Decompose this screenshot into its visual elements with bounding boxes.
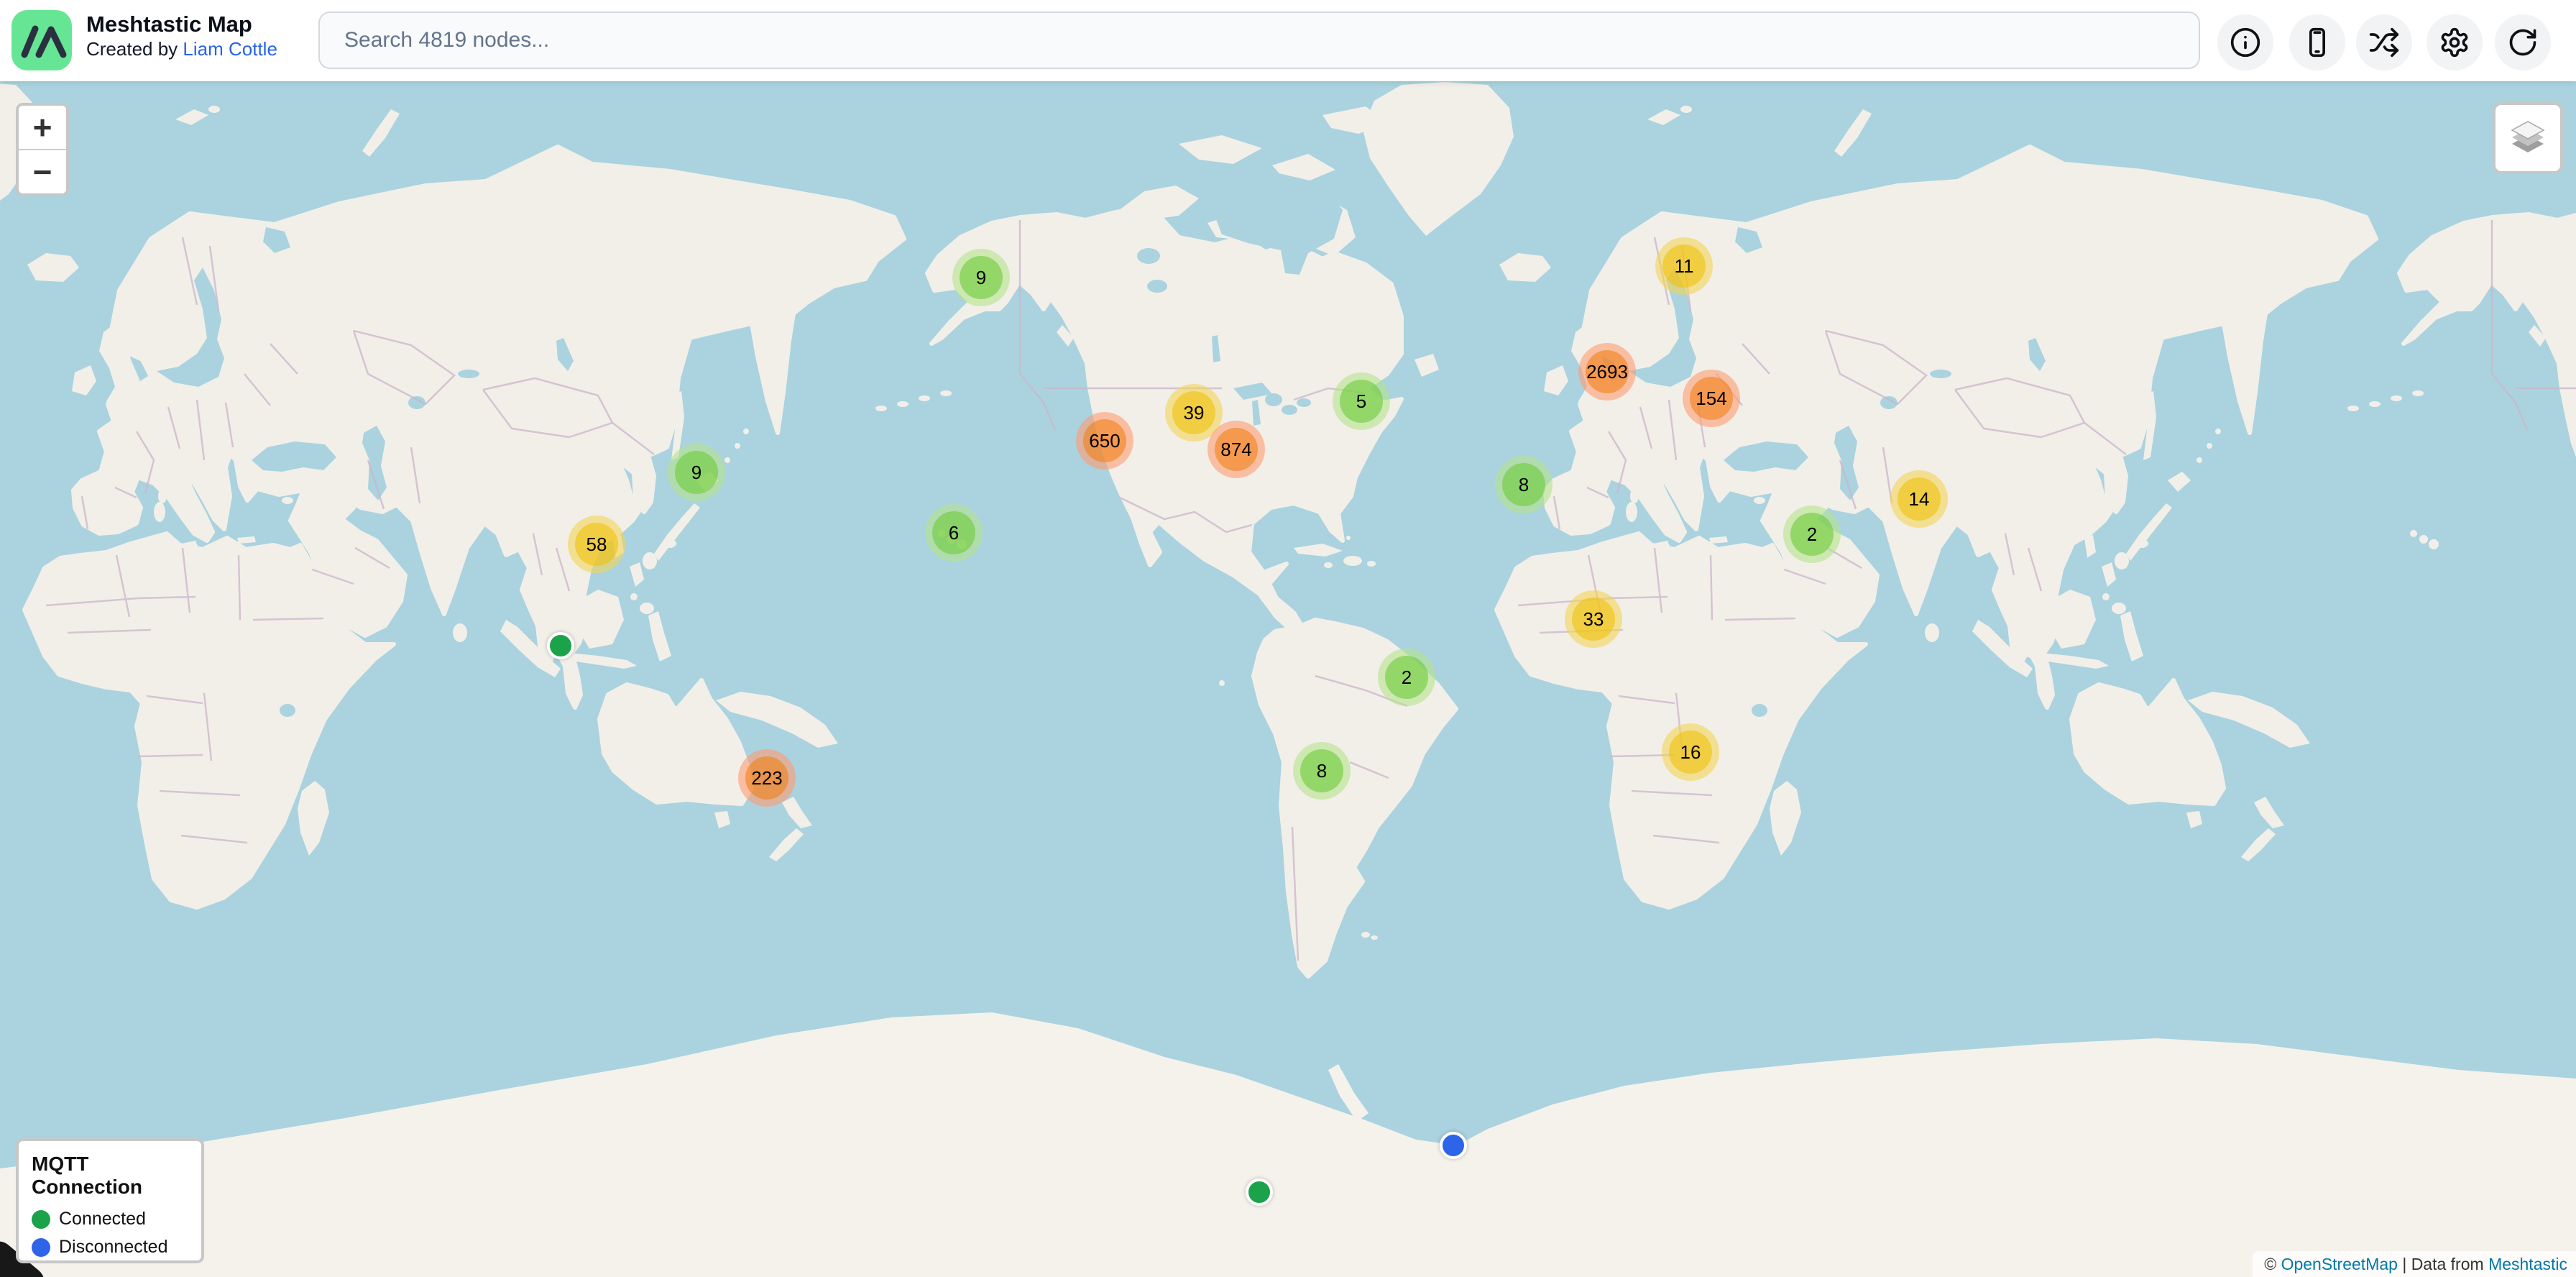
zoom-out-button[interactable]: − — [19, 150, 66, 193]
node-marker-connected[interactable] — [1246, 1178, 1273, 1206]
copyright-symbol: © — [2264, 1255, 2281, 1273]
cluster-count: 6 — [949, 522, 959, 544]
page-title: Meshtastic Map — [86, 12, 277, 37]
cluster-count: 58 — [586, 534, 607, 556]
top-bar: Meshtastic Map Created by Liam Cottle — [0, 0, 2576, 81]
cluster-count: 16 — [1680, 741, 1701, 764]
node-cluster[interactable]: 223 — [738, 749, 796, 807]
layers-icon — [2506, 116, 2549, 160]
cluster-count: 223 — [751, 767, 782, 789]
node-cluster[interactable]: 5 — [1333, 372, 1390, 430]
refresh-button[interactable] — [2495, 14, 2551, 70]
cluster-count: 2 — [1402, 667, 1412, 689]
cluster-count: 9 — [691, 462, 702, 484]
node-marker-connected[interactable] — [547, 632, 574, 659]
cluster-count: 33 — [1583, 608, 1604, 631]
cluster-count: 874 — [1220, 439, 1251, 461]
openstreetmap-link[interactable]: OpenStreetMap — [2281, 1255, 2398, 1273]
disconnected-dot-icon — [32, 1238, 50, 1257]
random-node-button[interactable] — [2356, 14, 2412, 70]
legend-item-connected: Connected — [32, 1209, 188, 1230]
refresh-icon — [2507, 27, 2539, 58]
mobile-app-button[interactable] — [2289, 14, 2345, 70]
zoom-control: + − — [16, 103, 69, 196]
cluster-count: 2 — [1807, 523, 1817, 546]
cluster-count: 9 — [976, 267, 986, 289]
info-button[interactable] — [2217, 14, 2273, 70]
info-icon — [2230, 27, 2261, 58]
legend-title: MQTT Connection — [32, 1153, 188, 1199]
world-map[interactable] — [0, 81, 2576, 1277]
meshtastic-logo-icon — [12, 10, 72, 70]
cluster-count: 14 — [1909, 488, 1930, 511]
search-input[interactable] — [318, 12, 2200, 69]
node-cluster[interactable]: 9 — [668, 444, 725, 501]
cluster-count: 11 — [1675, 255, 1694, 278]
map-tiles — [0, 81, 2576, 1277]
node-cluster[interactable]: 154 — [1683, 370, 1740, 427]
byline: Created by Liam Cottle — [86, 37, 277, 60]
map-attribution: © OpenStreetMap | Data from Meshtastic — [2253, 1251, 2576, 1277]
byline-prefix: Created by — [86, 38, 183, 60]
cluster-count: 2693 — [1586, 361, 1628, 383]
node-cluster[interactable]: 650 — [1076, 412, 1133, 470]
node-cluster[interactable]: 6 — [925, 504, 983, 562]
connected-dot-icon — [32, 1210, 50, 1229]
node-cluster[interactable]: 8 — [1495, 456, 1552, 513]
cluster-count: 8 — [1519, 474, 1529, 496]
gear-icon — [2439, 27, 2470, 58]
legend-label: Disconnected — [59, 1237, 167, 1258]
node-cluster[interactable]: 2 — [1783, 505, 1841, 563]
zoom-in-button[interactable]: + — [19, 106, 66, 150]
node-cluster[interactable]: 2693 — [1578, 343, 1636, 401]
meshtastic-map-app: 9 11 2693 154 39 5 650 874 9 8 14 2 58 6 33 2 16 8 223 Mes… — [0, 0, 2576, 1277]
node-cluster[interactable]: 8 — [1293, 742, 1351, 800]
shuffle-icon — [2368, 27, 2400, 58]
attribution-text: | Data from — [2398, 1255, 2488, 1273]
legend-item-disconnected: Disconnected — [32, 1237, 188, 1258]
node-cluster[interactable]: 33 — [1565, 590, 1622, 648]
node-marker-disconnected[interactable] — [1440, 1132, 1467, 1159]
meshtastic-link[interactable]: Meshtastic — [2488, 1255, 2567, 1273]
cluster-count: 154 — [1696, 388, 1726, 410]
mobile-icon — [2301, 27, 2333, 58]
layers-control[interactable] — [2493, 102, 2563, 174]
cluster-count: 8 — [1317, 760, 1327, 782]
cluster-count: 39 — [1184, 402, 1205, 424]
cluster-count: 650 — [1089, 430, 1120, 452]
node-cluster[interactable]: 16 — [1662, 723, 1719, 781]
legend-label: Connected — [59, 1209, 146, 1230]
node-cluster[interactable]: 58 — [568, 516, 625, 573]
node-cluster[interactable]: 14 — [1890, 470, 1948, 528]
node-cluster[interactable]: 2 — [1378, 649, 1435, 706]
title-block: Meshtastic Map Created by Liam Cottle — [86, 12, 277, 60]
mqtt-legend: MQTT Connection Connected Disconnected — [16, 1138, 204, 1263]
node-cluster[interactable]: 11 — [1655, 237, 1713, 295]
node-cluster[interactable]: 874 — [1208, 421, 1265, 478]
cluster-count: 5 — [1356, 390, 1366, 413]
node-cluster[interactable]: 9 — [952, 249, 1010, 306]
settings-button[interactable] — [2426, 14, 2483, 70]
author-link[interactable]: Liam Cottle — [183, 38, 277, 60]
